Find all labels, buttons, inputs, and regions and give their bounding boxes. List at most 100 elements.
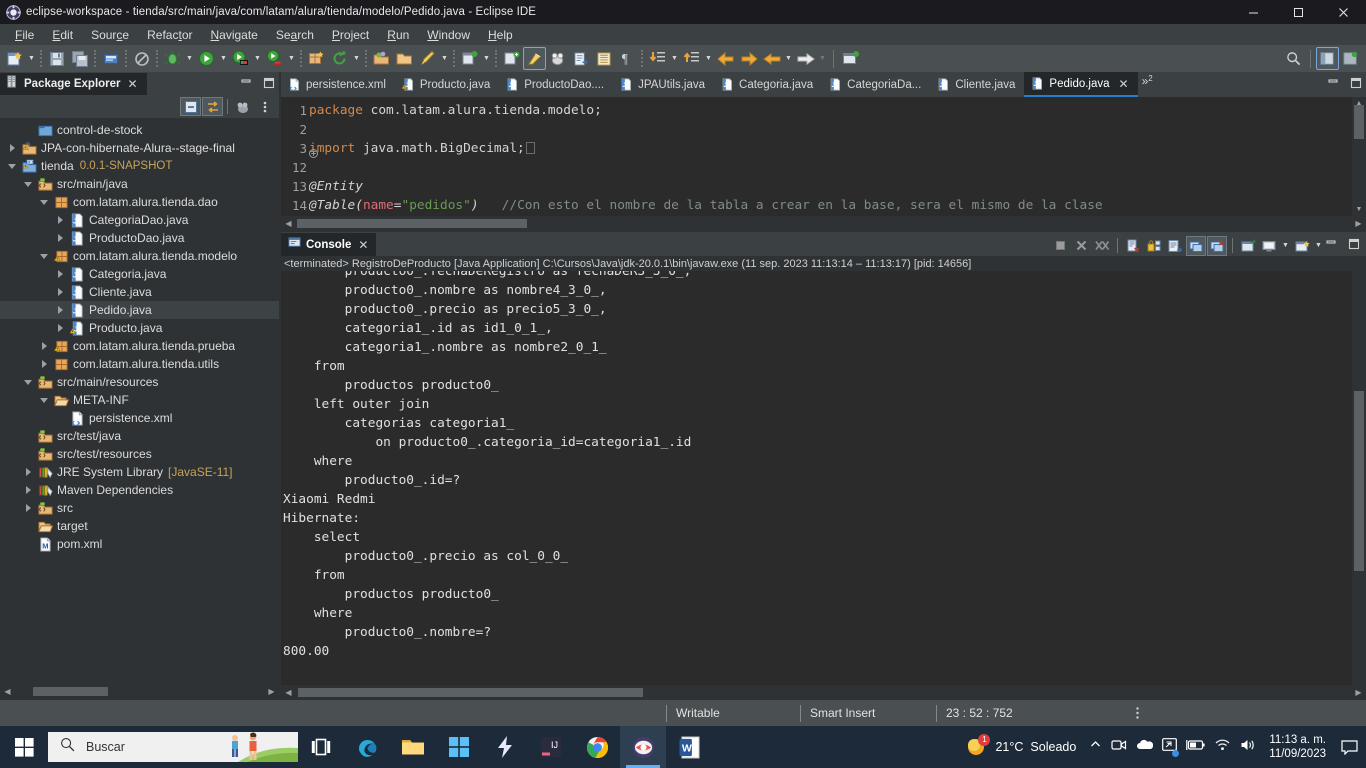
meet-now-icon[interactable] xyxy=(1111,738,1127,757)
menu-search[interactable]: Search xyxy=(267,26,323,44)
open-perspective-button[interactable] xyxy=(1339,47,1362,70)
back-dropdown-icon[interactable]: ▼ xyxy=(783,47,794,70)
open-console-icon[interactable] xyxy=(1292,236,1312,256)
tree-item[interactable]: com.latam.alura.tienda.dao xyxy=(0,193,279,211)
collapse-all-icon[interactable] xyxy=(180,97,201,116)
save-all-icon[interactable] xyxy=(68,47,91,70)
java-browsing-icon[interactable] xyxy=(546,47,569,70)
project-tree[interactable]: control-de-stock JPA-con-hibernate-Alura-… xyxy=(0,118,279,678)
tree-item[interactable]: com.latam.alura.tienda.utils xyxy=(0,355,279,373)
new-java-project-icon[interactable] xyxy=(458,47,481,70)
open-resource-icon[interactable] xyxy=(569,47,592,70)
editor-tab[interactable]: J Pedido.java ✕ xyxy=(1024,72,1138,97)
open-type-icon[interactable] xyxy=(370,47,393,70)
tree-item[interactable]: src/test/java xyxy=(0,427,279,445)
pilcrow-icon[interactable]: ¶ xyxy=(615,47,638,70)
new-java-project-dropdown-icon[interactable]: ▼ xyxy=(481,47,492,70)
hscroll-track[interactable] xyxy=(15,683,264,700)
screen-cast-icon[interactable] xyxy=(1162,738,1180,757)
tree-item[interactable]: com.latam.alura.tienda.prueba xyxy=(0,337,279,355)
forward-icon[interactable] xyxy=(794,47,817,70)
skip-breakpoints-dropdown-icon[interactable]: ▼ xyxy=(439,47,450,70)
terminate-icon[interactable] xyxy=(1050,236,1070,256)
chevron-right-icon[interactable] xyxy=(52,301,68,319)
tree-item[interactable]: src/main/java xyxy=(0,175,279,193)
skip-breakpoints-icon[interactable] xyxy=(416,47,439,70)
status-overflow-icon[interactable] xyxy=(1135,700,1140,726)
chevron-right-icon[interactable] xyxy=(20,499,36,517)
next-edit-location-icon[interactable] xyxy=(737,47,760,70)
package-explorer-hscrollbar[interactable]: ◀ ▶ xyxy=(0,683,279,700)
tree-item[interactable]: META-INF xyxy=(0,391,279,409)
tree-item[interactable]: persistence.xml xyxy=(0,409,279,427)
open-console-dropdown-icon[interactable]: ▼ xyxy=(1313,234,1324,257)
remove-all-launches-icon[interactable] xyxy=(1092,236,1112,256)
chevron-right-icon[interactable] xyxy=(52,283,68,301)
editor-hscrollbar[interactable]: ◀ ▶ xyxy=(281,216,1366,230)
java-perspective-icon[interactable] xyxy=(523,47,546,70)
show-console-on-output-icon[interactable] xyxy=(1165,236,1185,256)
scroll-left-icon[interactable]: ◀ xyxy=(0,683,15,700)
console-vscroll-thumb[interactable] xyxy=(1354,391,1364,571)
tree-item[interactable]: com.latam.alura.tienda.modelo xyxy=(0,247,279,265)
tree-item[interactable]: JRE System Library [JavaSE-11] xyxy=(0,463,279,481)
previous-annotation-dropdown-icon[interactable]: ▼ xyxy=(703,47,714,70)
battery-icon[interactable] xyxy=(1186,738,1205,756)
tree-item[interactable]: target xyxy=(0,517,279,535)
chevron-down-icon[interactable] xyxy=(20,373,36,391)
open-task-icon[interactable] xyxy=(393,47,416,70)
weather-widget[interactable]: 1 21°C Soleado xyxy=(966,733,1076,760)
editor-tab[interactable]: J Producto.java xyxy=(394,72,500,97)
maximize-panel-icon[interactable] xyxy=(263,76,275,94)
code-line[interactable]: import java.math.BigDecimal; xyxy=(309,139,1366,158)
menu-refactor[interactable]: Refactor xyxy=(138,26,201,44)
code-line[interactable]: @Entity xyxy=(309,177,1366,196)
tree-item[interactable]: J Categoria.java xyxy=(0,265,279,283)
chrome-icon[interactable] xyxy=(574,726,620,768)
next-annotation-icon[interactable] xyxy=(646,47,669,70)
code-line[interactable] xyxy=(309,120,1366,139)
word-icon[interactable]: W xyxy=(666,726,712,768)
chevron-right-icon[interactable] xyxy=(36,337,52,355)
tab-console[interactable]: Console ✕ xyxy=(281,232,377,256)
eclipse-icon[interactable] xyxy=(620,726,666,768)
quick-access-icon[interactable] xyxy=(130,47,153,70)
chevron-right-icon[interactable] xyxy=(20,481,36,499)
menu-file[interactable]: File xyxy=(6,26,43,44)
editor-tab[interactable]: J Cliente.java xyxy=(930,72,1025,97)
search-input[interactable]: Buscar xyxy=(48,732,298,762)
menu-edit[interactable]: Edit xyxy=(43,26,82,44)
maximize-panel-icon[interactable] xyxy=(1348,237,1360,255)
editor-tab[interactable]: J CategoriaDa... xyxy=(822,72,931,97)
run-coverage-icon[interactable] xyxy=(229,47,252,70)
tree-item[interactable]: J ProductoDao.java xyxy=(0,229,279,247)
file-explorer-icon[interactable] xyxy=(390,726,436,768)
wifi-icon[interactable] xyxy=(1214,738,1231,756)
tree-item[interactable]: control-de-stock xyxy=(0,121,279,139)
word-wrap-icon[interactable] xyxy=(1186,235,1206,256)
run-dropdown-icon[interactable]: ▼ xyxy=(218,47,229,70)
new-package-icon[interactable] xyxy=(305,47,328,70)
clear-console-icon[interactable] xyxy=(1123,236,1143,256)
code-line[interactable]: package com.latam.alura.tienda.modelo; xyxy=(309,101,1366,120)
minimize-panel-icon[interactable] xyxy=(1325,237,1337,255)
editor-tab[interactable]: persistence.xml xyxy=(281,72,395,97)
view-options-icon[interactable] xyxy=(254,97,275,116)
debug-icon[interactable] xyxy=(161,47,184,70)
maximize-button[interactable] xyxy=(1276,0,1321,24)
close-icon[interactable]: ✕ xyxy=(1119,77,1129,91)
tree-item[interactable]: M J tienda 0.0.1-SNAPSHOT xyxy=(0,157,279,175)
minimize-button[interactable] xyxy=(1231,0,1276,24)
previous-edit-location-icon[interactable] xyxy=(714,47,737,70)
menu-source[interactable]: Source xyxy=(82,26,138,44)
new-java-class-icon[interactable] xyxy=(500,47,523,70)
code-line[interactable] xyxy=(309,158,1366,177)
refresh-dropdown-icon[interactable]: ▼ xyxy=(351,47,362,70)
tree-item[interactable]: J CategoriaDao.java xyxy=(0,211,279,229)
minimize-panel-icon[interactable] xyxy=(1327,76,1339,94)
chevron-right-icon[interactable] xyxy=(52,211,68,229)
console-output[interactable]: producto0_.fechaDeRegistro as fechaDeR3_… xyxy=(281,271,1366,685)
console-hscrollbar[interactable]: ◀ ▶ xyxy=(281,685,1366,700)
new-wizard-icon[interactable] xyxy=(3,47,26,70)
chevron-down-icon[interactable] xyxy=(36,193,52,211)
